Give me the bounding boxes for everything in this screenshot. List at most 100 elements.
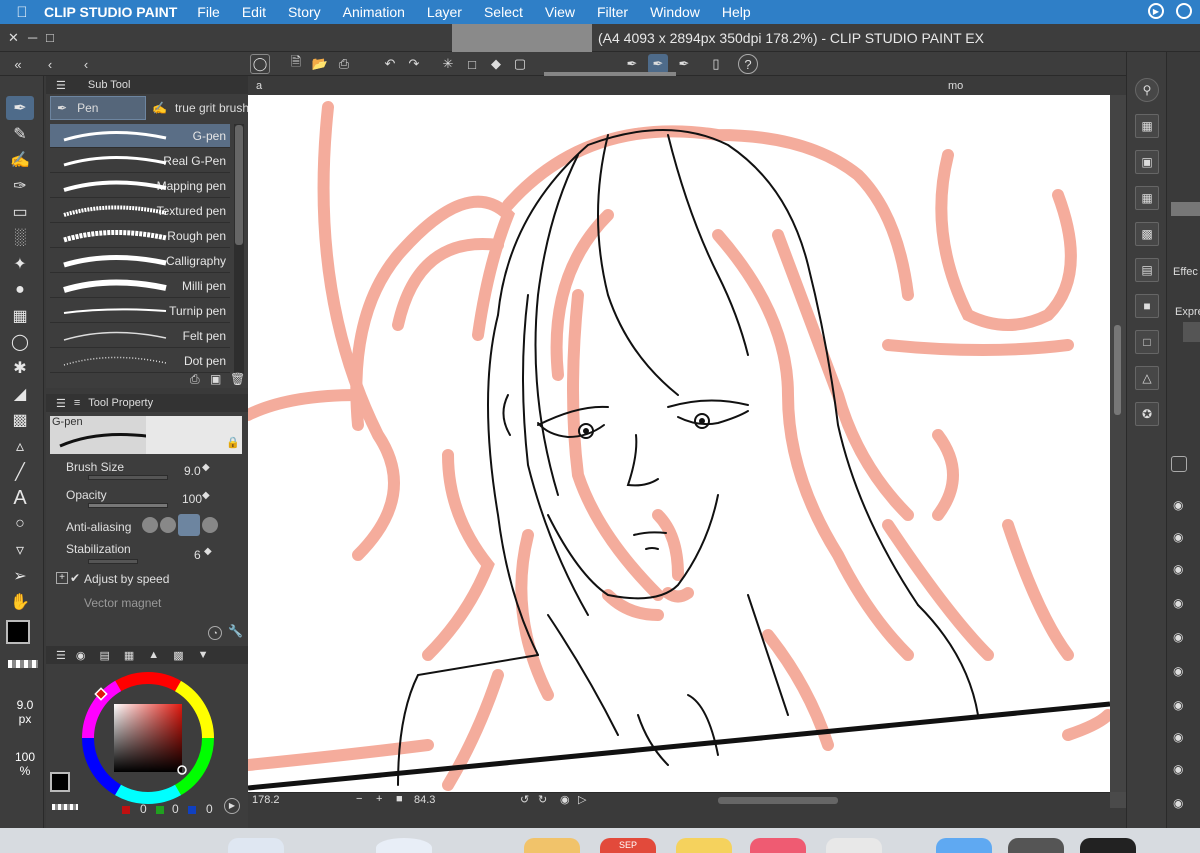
layer-mask-icon[interactable] xyxy=(1171,456,1187,472)
terminal-icon[interactable] xyxy=(1080,838,1136,853)
clock-icon[interactable]: ◔ xyxy=(208,626,222,640)
eye-icon[interactable]: ◉ xyxy=(1173,796,1183,810)
status-icon[interactable] xyxy=(1176,3,1192,19)
eye-icon[interactable]: ◉ xyxy=(1173,664,1183,678)
chevron-left-icon[interactable]: ‹ xyxy=(76,54,96,74)
menu-animation[interactable]: Animation xyxy=(343,4,405,20)
color-slider-tab-icon[interactable]: ▤ xyxy=(99,649,109,662)
pen-tool-icon[interactable]: ✒ xyxy=(6,96,34,120)
red-value[interactable]: 0 xyxy=(140,802,147,816)
green-value[interactable]: 0 xyxy=(172,802,179,816)
line-tool-icon[interactable]: ╱ xyxy=(6,460,34,484)
transparent-color-icon[interactable] xyxy=(8,660,38,668)
eye-icon[interactable]: ◉ xyxy=(1173,562,1183,576)
color-set-tab-icon[interactable]: ▦ xyxy=(124,649,134,662)
clip-studio-icon[interactable]: ◯ xyxy=(250,54,270,74)
stabilization-value[interactable]: 6 xyxy=(194,548,201,562)
eye-icon[interactable]: ◉ xyxy=(1173,596,1183,610)
menu-icon[interactable]: ☰ xyxy=(56,79,66,92)
menu-story[interactable]: Story xyxy=(288,4,321,20)
chevron-left-icon[interactable]: ‹ xyxy=(40,54,60,74)
photos-icon[interactable] xyxy=(524,838,580,853)
opacity-slider[interactable] xyxy=(88,503,168,508)
open-folder-icon[interactable]: 📂 xyxy=(310,54,330,74)
horizontal-scrollbar[interactable] xyxy=(718,797,838,804)
ruler-icon[interactable]: ✒ xyxy=(674,54,694,74)
smartphone-icon[interactable]: ▯ xyxy=(706,54,726,74)
stabilization-slider[interactable] xyxy=(88,559,138,564)
loading-icon[interactable]: ✳ xyxy=(438,54,458,74)
fill-icon[interactable]: ◆ xyxy=(486,54,506,74)
undo-icon[interactable]: ↶ xyxy=(380,54,400,74)
menu-icon[interactable]: ☰ xyxy=(56,649,66,662)
finder-icon[interactable] xyxy=(228,838,284,853)
antialias-medium-icon[interactable] xyxy=(178,514,200,536)
menu-layer[interactable]: Layer xyxy=(427,4,462,20)
brush-size-value[interactable]: 9.0 xyxy=(184,464,201,478)
calendar-icon[interactable]: SEP xyxy=(600,838,656,853)
redo-icon[interactable]: ↷ xyxy=(404,54,424,74)
zoom-out-icon[interactable]: − xyxy=(356,793,362,805)
operation-tool-icon[interactable]: ➢ xyxy=(6,564,34,588)
eye-icon[interactable]: ◉ xyxy=(1173,762,1183,776)
wrench-icon[interactable]: 🔧 xyxy=(228,624,243,638)
expand-icon[interactable]: + xyxy=(56,572,68,584)
subtool-scrollbar[interactable] xyxy=(234,124,244,374)
maximize-icon[interactable]: □ xyxy=(46,30,54,45)
eye-icon[interactable]: ◉ xyxy=(1173,730,1183,744)
collapse-left-icon[interactable]: « xyxy=(8,54,28,74)
menu-help[interactable]: Help xyxy=(722,4,751,20)
panel-dropdown-icon[interactable]: ▼ xyxy=(198,649,209,661)
color-wheel[interactable] xyxy=(80,670,216,806)
reset-rotation-icon[interactable]: ◉ xyxy=(560,793,570,806)
help-icon[interactable]: ? xyxy=(738,54,758,74)
magic-wand-icon[interactable]: ✱ xyxy=(6,356,34,380)
zoom-in-icon[interactable]: + xyxy=(376,793,382,805)
play-icon[interactable]: ▶ xyxy=(224,798,240,814)
brush-calligraphy[interactable]: Calligraphy xyxy=(50,249,230,273)
eye-icon[interactable]: ◉ xyxy=(1173,530,1183,544)
main-color-swatch[interactable] xyxy=(6,620,30,644)
delete-subtool-icon[interactable]: 🗑 xyxy=(230,372,245,386)
safari-icon[interactable] xyxy=(376,838,432,853)
fit-icon[interactable]: ■ xyxy=(396,793,403,805)
airbrush-tool-icon[interactable]: ✑ xyxy=(6,174,34,198)
tone-material-icon[interactable]: ▩ xyxy=(1135,222,1159,246)
tab-pen[interactable]: ✒ Pen xyxy=(50,96,146,120)
close-icon[interactable]: ✕ xyxy=(8,30,19,46)
hand-tool-icon[interactable]: ✋ xyxy=(6,590,34,614)
save-icon[interactable]: ⎙ xyxy=(334,54,354,74)
image-material-icon[interactable]: ▤ xyxy=(1135,258,1159,282)
pen-draw-icon[interactable]: ✒ xyxy=(622,54,642,74)
gradient-tool-icon[interactable]: ▩ xyxy=(6,408,34,432)
stepper-icon[interactable]: ◆ xyxy=(202,490,210,501)
drawing-canvas[interactable] xyxy=(248,95,1110,792)
eye-icon[interactable]: ◉ xyxy=(1173,630,1183,644)
eraser-tool-icon[interactable]: ▭ xyxy=(6,200,34,224)
menu-icon[interactable]: ☰ xyxy=(56,397,66,410)
menu-file[interactable]: File xyxy=(197,4,220,20)
play-icon[interactable]: ▶ xyxy=(1148,3,1164,19)
tab-true-grit[interactable]: ✍ true grit brush xyxy=(148,96,248,120)
3d-material-icon[interactable]: △ xyxy=(1135,366,1159,390)
brush-dot-pen[interactable]: Dot pen xyxy=(50,349,230,373)
angle-value[interactable]: 84.3 xyxy=(414,794,435,806)
eye-icon[interactable]: ◉ xyxy=(1173,698,1183,712)
pose-material-icon[interactable]: ✪ xyxy=(1135,402,1159,426)
brush-g-pen[interactable]: G-pen xyxy=(50,124,230,148)
opacity-value[interactable]: 100 xyxy=(182,492,202,506)
rotate-left-icon[interactable]: ↺ xyxy=(520,793,529,806)
brush-mapping-pen[interactable]: Mapping pen xyxy=(50,174,230,198)
menu-select[interactable]: Select xyxy=(484,4,523,20)
menu-app-name[interactable]: CLIP STUDIO PAINT xyxy=(44,4,177,20)
app-store-icon[interactable] xyxy=(936,838,992,853)
clear-icon[interactable]: □ xyxy=(462,54,482,74)
transform-icon[interactable]: ▢ xyxy=(510,54,530,74)
3d-object-icon[interactable]: ▵ xyxy=(6,434,34,458)
intermediate-color-tab-icon[interactable]: ▩ xyxy=(173,649,183,662)
lasso-tool-icon[interactable]: ◯ xyxy=(6,330,34,354)
notes-icon[interactable] xyxy=(676,838,732,853)
main-color-mini-swatch[interactable] xyxy=(50,772,70,792)
antialias-none-icon[interactable] xyxy=(142,517,158,533)
settings-icon[interactable] xyxy=(1008,838,1064,853)
